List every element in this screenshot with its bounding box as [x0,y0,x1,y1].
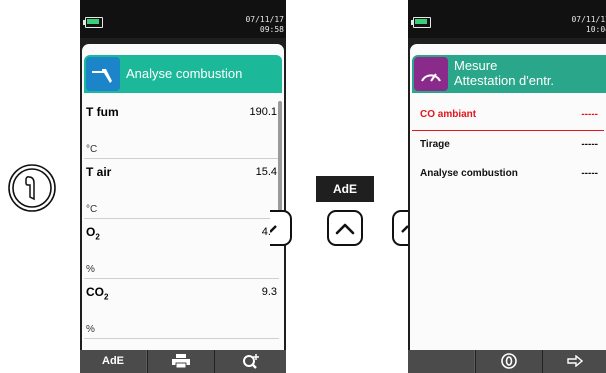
softkey-bar: AdE [80,350,286,373]
measurement-list[interactable]: T fum 190.1 °C T air 15.4 °C O2 4.2 % CO… [84,99,279,339]
measurement-row: CO2 9.3 % [84,279,279,339]
screen-header: Analyse combustion [84,55,282,93]
combustion-probe-icon [86,57,120,91]
measurement-name: O2 [86,225,100,242]
clock: 07/11/17 10:04 [571,15,606,34]
measurement-row: T air 15.4 °C [84,159,279,219]
ade-softkey-label: AdE [102,355,124,367]
measurement-menu: CO ambiant ----- Tirage ----- Analyse co… [412,101,604,189]
chevron-icon [270,225,277,233]
menu-item-label: Tirage [420,139,450,150]
ade-key-label: AdE [316,176,374,202]
probe-icon [8,164,56,212]
chevron-up-icon [335,223,355,235]
gauge-icon [414,57,448,91]
menu-item-co-ambiant[interactable]: CO ambiant ----- [412,101,604,131]
battery-icon [411,17,431,28]
status-bar: 07/11/17 10:04 [408,0,606,38]
right-device: 07/11/17 10:04 Mesure Attestation d'entr… [408,0,606,373]
menu-item-analyse-combustion[interactable]: Analyse combustion ----- [412,160,604,189]
menu-item-value: ----- [581,109,598,120]
next-softkey[interactable] [542,350,606,373]
screen-header: Mesure Attestation d'entr. [412,55,606,93]
up-key[interactable] [327,210,363,246]
measurement-value: 15.4 [255,166,277,178]
left-device: 07/11/17 09:58 Analyse combustion T fum … [80,0,286,373]
clock: 07/11/17 09:58 [245,15,284,34]
measurement-value: 9.3 [261,286,277,298]
measurement-value: 190.1 [249,106,277,118]
menu-item-tirage[interactable]: Tirage ----- [412,131,604,160]
measurement-name: T air [86,165,112,179]
scrollbar[interactable] [278,101,282,211]
screen: Mesure Attestation d'entr. CO ambiant --… [410,44,606,350]
battery-icon [83,17,103,28]
print-softkey[interactable] [147,350,214,373]
measurement-row: O2 4.2 % [84,219,279,279]
page-title: Analyse combustion [126,66,243,81]
measurement-unit: °C [86,144,98,155]
measurement-unit: % [86,324,95,335]
measurement-unit: % [86,264,95,275]
chevron-icon [401,225,408,233]
page-title: Mesure Attestation d'entr. [454,58,555,88]
status-bar: 07/11/17 09:58 [80,0,286,38]
menu-item-value: ----- [581,168,598,179]
printer-icon [172,354,190,369]
measurement-row: T fum 190.1 °C [84,99,279,159]
arrow-right-icon [567,354,584,368]
measurement-unit: °C [86,204,98,215]
left-key-partial[interactable] [270,210,292,246]
empty-softkey[interactable] [408,350,474,373]
menu-item-label: Analyse combustion [420,168,518,179]
ade-softkey[interactable]: AdE [80,350,146,373]
zoom-plus-icon [243,354,259,369]
start-softkey[interactable] [475,350,542,373]
screen: Analyse combustion T fum 190.1 °C T air … [82,44,284,350]
measurement-name: T fum [86,105,119,119]
softkey-bar [408,350,606,373]
measurement-name: CO2 [86,285,109,302]
menu-item-label: CO ambiant [420,109,477,120]
start-circle-icon [501,353,517,369]
menu-item-value: ----- [581,139,598,150]
zoom-softkey[interactable] [214,350,286,373]
